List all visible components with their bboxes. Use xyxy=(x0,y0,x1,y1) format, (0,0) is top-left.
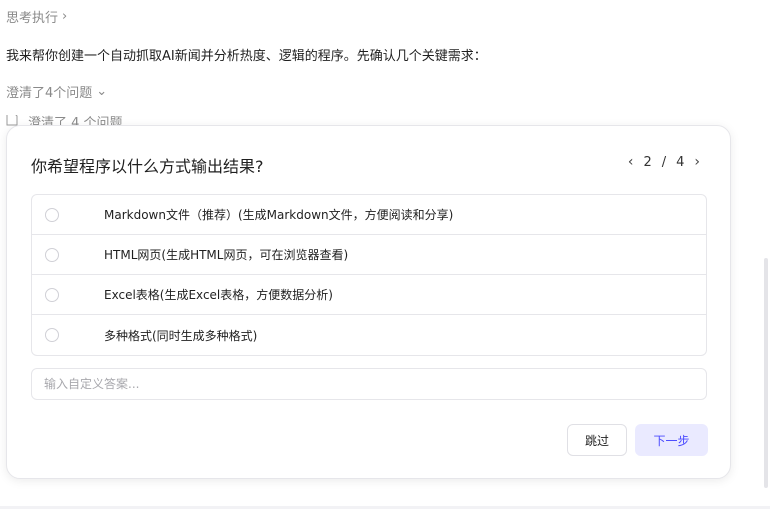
option-label: Excel表格(生成Excel表格，方便数据分析) xyxy=(104,288,333,302)
pager-total: 4 xyxy=(676,154,685,170)
option-label: HTML网页(生成HTML网页，可在浏览器查看) xyxy=(104,248,349,262)
next-button[interactable]: 下一步 xyxy=(635,424,708,456)
question-pager: ‹ 2 / 4 › xyxy=(628,154,700,170)
clarified-toggle[interactable]: 澄清了4个问题 ⌄ xyxy=(6,82,107,101)
option-multiple[interactable]: 多种格式(同时生成多种格式) xyxy=(32,315,706,355)
pager-current: 2 xyxy=(643,154,652,170)
assistant-message: 我来帮你创建一个自动抓取AI新闻并分析热度、逻辑的程序。先确认几个关键需求： xyxy=(6,49,487,64)
question-title: 你希望程序以什么方式输出结果? xyxy=(31,157,264,176)
option-html[interactable]: HTML网页(生成HTML网页，可在浏览器查看) xyxy=(32,235,706,275)
custom-answer-input[interactable] xyxy=(31,368,707,400)
thinking-toggle[interactable]: 思考执行 › xyxy=(6,7,67,26)
thinking-label: 思考执行 xyxy=(6,11,59,26)
pager-separator: / xyxy=(661,154,667,170)
chevron-right-icon[interactable]: › xyxy=(694,154,700,170)
question-dialog: 你希望程序以什么方式输出结果? ‹ 2 / 4 › Markdown文件（推荐）… xyxy=(6,125,731,479)
options-list: Markdown文件（推荐）(生成Markdown文件，方便阅读和分享) HTM… xyxy=(31,194,707,356)
clarified-label: 澄清了4个问题 xyxy=(6,86,93,101)
skip-button[interactable]: 跳过 xyxy=(567,424,627,456)
chevron-down-icon: ⌄ xyxy=(96,84,108,99)
radio-button[interactable] xyxy=(45,287,59,302)
option-markdown[interactable]: Markdown文件（推荐）(生成Markdown文件，方便阅读和分享) xyxy=(32,195,706,235)
option-label: 多种格式(同时生成多种格式) xyxy=(104,328,258,343)
scrollbar[interactable] xyxy=(764,258,768,488)
radio-button[interactable] xyxy=(45,247,59,262)
chevron-left-icon[interactable]: ‹ xyxy=(628,154,634,170)
chevron-right-icon: › xyxy=(62,9,68,24)
option-excel[interactable]: Excel表格(生成Excel表格，方便数据分析) xyxy=(32,275,706,315)
option-label: Markdown文件（推荐）(生成Markdown文件，方便阅读和分享) xyxy=(104,208,454,222)
radio-button[interactable] xyxy=(45,207,59,222)
radio-button[interactable] xyxy=(45,328,59,342)
